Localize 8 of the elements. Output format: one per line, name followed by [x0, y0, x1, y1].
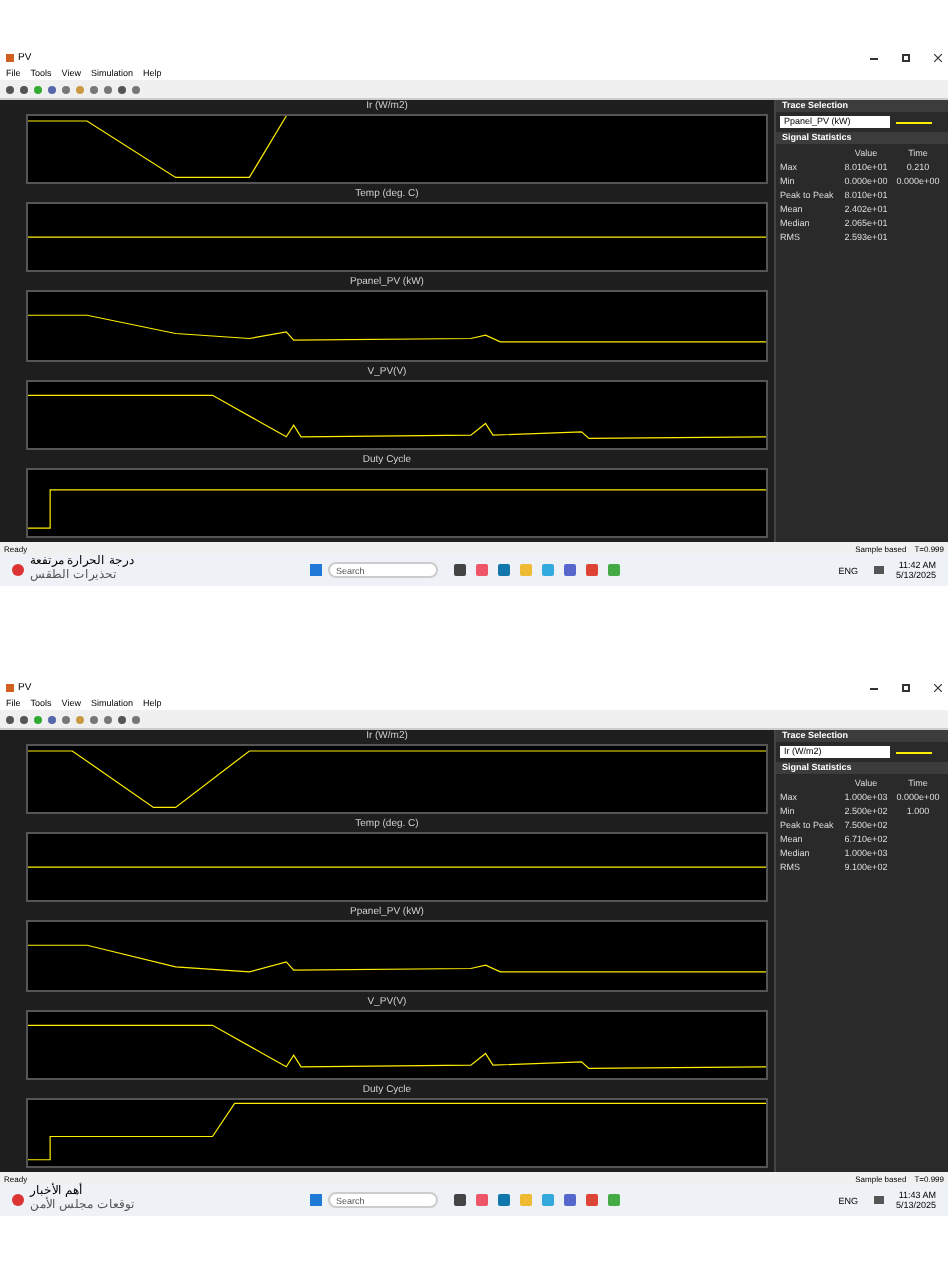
minimize-icon[interactable]: [870, 57, 878, 59]
trace-line-icon: [896, 121, 932, 123]
minimize-icon[interactable]: [870, 687, 878, 689]
maximize-icon[interactable]: [902, 684, 910, 692]
close-icon[interactable]: [934, 684, 942, 692]
close-icon[interactable]: [934, 54, 942, 62]
maximize-icon[interactable]: [902, 54, 910, 62]
trace-line-icon: [896, 751, 932, 753]
